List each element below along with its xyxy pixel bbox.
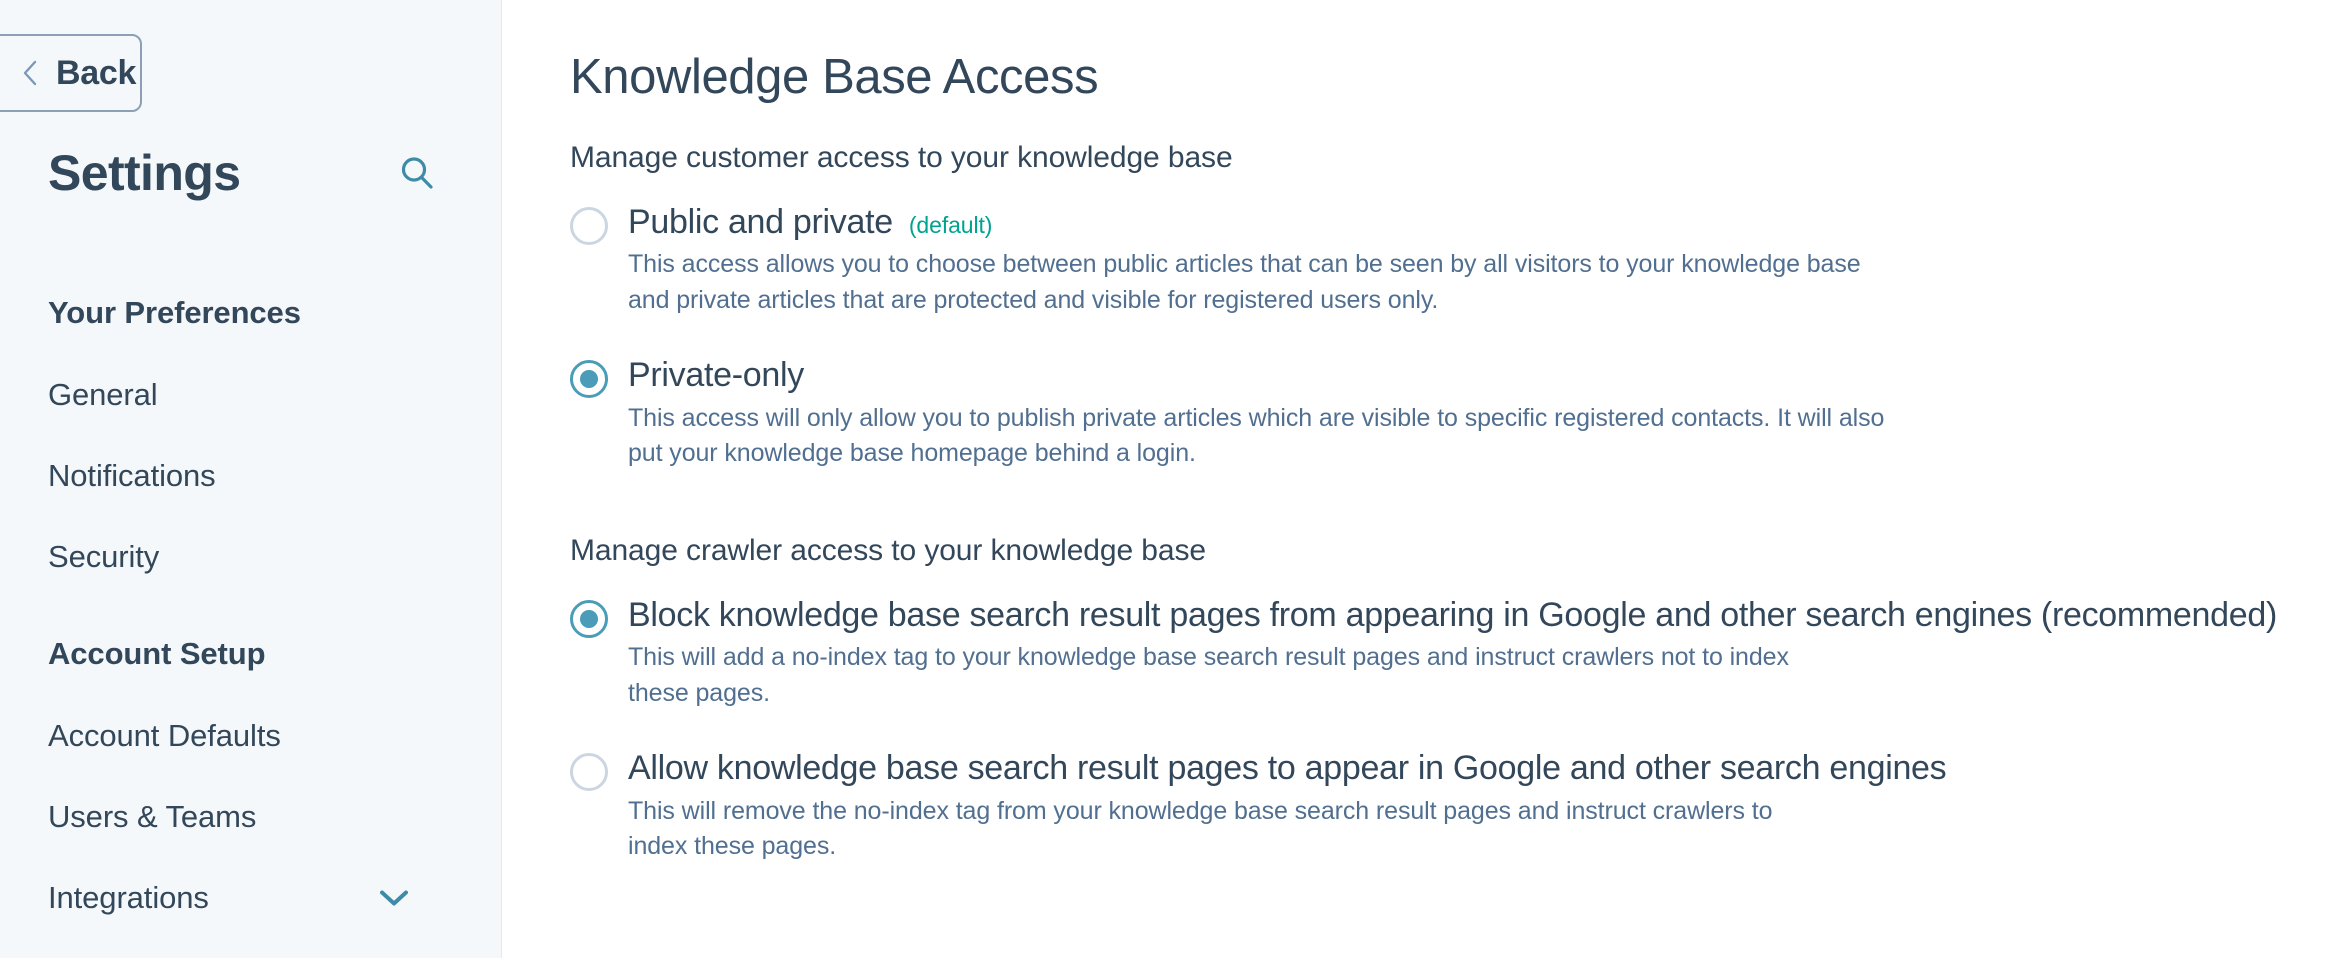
option-body: Private-only This access will only allow… xyxy=(628,354,2280,472)
radio-option-private-only[interactable]: Private-only This access will only allow… xyxy=(570,346,2280,472)
option-gap xyxy=(570,717,2280,739)
chevron-down-icon[interactable] xyxy=(379,889,409,907)
sidebar-title: Settings xyxy=(48,145,241,201)
option-description: This access will only allow you to publi… xyxy=(628,403,1885,468)
settings-page: Back Settings Your Preferences General N… xyxy=(0,0,2340,958)
option-body: Public and private (default) This access… xyxy=(628,201,2280,319)
option-title-row: Block knowledge base search result pages… xyxy=(628,594,2280,637)
option-description: This will add a no-index tag to your kno… xyxy=(628,643,1789,707)
option-title: Allow knowledge base search result pages… xyxy=(628,749,1947,788)
option-description: This access allows you to choose between… xyxy=(628,250,1861,314)
sidebar-item-label: Account Defaults xyxy=(48,718,281,753)
sidebar-item-integrations[interactable]: Integrations xyxy=(0,857,501,938)
search-icon xyxy=(401,157,433,189)
option-default-badge: (default) xyxy=(908,211,993,238)
sidebar-item-account-defaults[interactable]: Account Defaults xyxy=(0,695,501,776)
sidebar-item-label: Security xyxy=(48,539,160,574)
main-content: Knowledge Base Access Manage customer ac… xyxy=(502,0,2340,958)
radio-indicator-selected[interactable] xyxy=(570,360,608,399)
section-heading-customer-access: Manage customer access to your knowledge… xyxy=(570,140,1233,174)
sidebar-item-label: Notifications xyxy=(48,458,216,493)
nav-group-your-preferences: Your Preferences xyxy=(48,295,301,330)
option-title: Private-only xyxy=(628,356,804,395)
option-description: This will remove the no-index tag from y… xyxy=(628,796,1773,861)
sidebar-item-general[interactable]: General xyxy=(0,354,501,435)
search-button[interactable] xyxy=(394,150,440,196)
radio-option-public-and-private[interactable]: Public and private (default) This access… xyxy=(570,193,2280,319)
nav-divider-space xyxy=(0,597,501,613)
sidebar-item-notifications[interactable]: Notifications xyxy=(0,435,501,516)
sidebar-item-users-teams[interactable]: Users & Teams xyxy=(0,776,501,857)
sidebar-item-label: Users & Teams xyxy=(48,799,257,834)
radio-option-allow-search-results[interactable]: Allow knowledge base search result pages… xyxy=(570,739,2280,865)
radio-option-block-search-results[interactable]: Block knowledge base search result pages… xyxy=(570,586,2280,712)
settings-sidebar: Back Settings Your Preferences General N… xyxy=(0,0,502,958)
sidebar-item-security[interactable]: Security xyxy=(0,516,501,597)
nav-group-account-setup: Account Setup xyxy=(48,636,266,671)
sidebar-header: Settings xyxy=(48,148,454,198)
page-title: Knowledge Base Access xyxy=(570,50,1099,104)
sidebar-item-label: General xyxy=(48,377,158,412)
radio-indicator-selected[interactable] xyxy=(570,599,608,638)
radio-indicator-unselected[interactable] xyxy=(570,206,608,245)
option-body: Allow knowledge base search result pages… xyxy=(628,747,2280,865)
chevron-left-icon xyxy=(23,60,37,86)
option-gap xyxy=(570,324,2280,346)
radio-indicator-unselected[interactable] xyxy=(570,753,608,792)
sidebar-item-label: Integrations xyxy=(48,880,209,915)
option-title: Public and private xyxy=(628,202,893,241)
option-title-row: Private-only xyxy=(628,354,2280,397)
sidebar-nav: Your Preferences General Notifications S… xyxy=(0,272,501,938)
back-button[interactable]: Back xyxy=(0,34,142,112)
section-heading-crawler-access: Manage crawler access to your knowledge … xyxy=(570,533,1206,567)
option-title-row: Public and private (default) xyxy=(628,201,2280,244)
option-body: Block knowledge base search result pages… xyxy=(628,594,2280,712)
back-button-label: Back xyxy=(56,53,137,92)
option-title-row: Allow knowledge base search result pages… xyxy=(628,747,2280,790)
option-title: Block knowledge base search result pages… xyxy=(628,595,2277,634)
